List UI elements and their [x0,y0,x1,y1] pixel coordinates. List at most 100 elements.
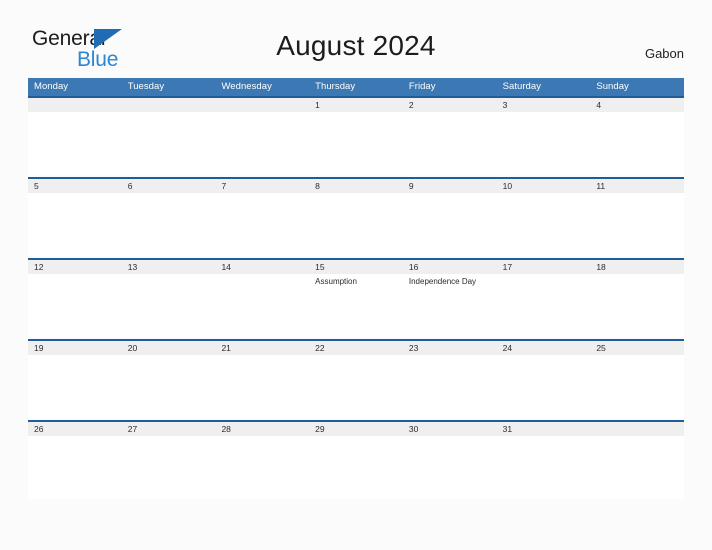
day-cell[interactable] [28,436,122,499]
day-number[interactable]: 19 [28,341,122,355]
week-row: 1 2 3 4 [28,96,684,177]
weekday-friday: Friday [408,81,436,92]
day-cell[interactable] [403,355,497,418]
day-cell[interactable]: Assumption [309,274,403,337]
day-number[interactable]: 18 [590,260,684,274]
day-cell[interactable] [497,355,591,418]
day-cell[interactable] [28,112,122,175]
day-number[interactable]: 31 [497,422,591,436]
event-label: Independence Day [408,277,477,286]
week-events-strip: Assumption Independence Day [28,274,684,337]
day-cell[interactable] [215,274,309,337]
day-number[interactable]: 7 [215,179,309,193]
day-cell[interactable] [403,436,497,499]
day-cell[interactable] [215,193,309,256]
day-cell[interactable] [497,274,591,337]
weekday-tuesday: Tuesday [127,81,165,92]
weekday-header-row: Monday Tuesday Wednesday Thursday Friday… [28,78,684,96]
day-number[interactable]: 27 [122,422,216,436]
day-number[interactable] [122,98,216,112]
day-number[interactable]: 1 [309,98,403,112]
day-number[interactable]: 10 [497,179,591,193]
day-cell[interactable] [309,355,403,418]
day-cell[interactable] [28,274,122,337]
week-events-strip [28,112,684,175]
day-cell[interactable] [497,193,591,256]
calendar-grid: Monday Tuesday Wednesday Thursday Friday… [28,78,684,501]
calendar-page: General Blue August 2024 Gabon Monday Tu… [0,0,712,550]
page-header: General Blue August 2024 Gabon [0,0,712,78]
day-number[interactable]: 26 [28,422,122,436]
day-number[interactable]: 9 [403,179,497,193]
day-number[interactable]: 23 [403,341,497,355]
day-number[interactable]: 11 [590,179,684,193]
day-number[interactable]: 24 [497,341,591,355]
day-number[interactable]: 8 [309,179,403,193]
weekday-saturday: Saturday [502,81,542,92]
day-number[interactable]: 13 [122,260,216,274]
day-number[interactable]: 6 [122,179,216,193]
week-date-band: 1 2 3 4 [28,96,684,112]
day-cell[interactable] [122,112,216,175]
day-cell[interactable] [28,355,122,418]
day-number[interactable]: 30 [403,422,497,436]
event-label: Assumption [315,277,357,286]
day-cell[interactable] [590,355,684,418]
day-number[interactable] [215,98,309,112]
day-cell[interactable] [122,193,216,256]
day-cell[interactable] [497,112,591,175]
day-number[interactable]: 2 [403,98,497,112]
week-events-strip [28,193,684,256]
day-number[interactable]: 21 [215,341,309,355]
day-cell[interactable] [309,193,403,256]
day-cell[interactable] [309,436,403,499]
day-number[interactable] [28,98,122,112]
day-number[interactable]: 4 [590,98,684,112]
day-cell[interactable] [215,355,309,418]
day-number[interactable]: 12 [28,260,122,274]
day-number[interactable]: 5 [28,179,122,193]
day-cell[interactable]: Independence Day [403,274,497,337]
day-cell[interactable] [122,274,216,337]
day-cell[interactable] [497,436,591,499]
day-number[interactable]: 15 [309,260,403,274]
weekday-monday: Monday [34,81,69,92]
page-title: August 2024 [276,30,436,61]
day-cell[interactable] [590,112,684,175]
day-cell[interactable] [122,436,216,499]
day-cell[interactable] [215,112,309,175]
weekday-thursday: Thursday [315,81,356,92]
week-row: 5 6 7 8 9 10 11 [28,177,684,258]
day-number[interactable]: 14 [215,260,309,274]
day-cell[interactable] [590,193,684,256]
day-number[interactable]: 20 [122,341,216,355]
day-cell[interactable] [122,355,216,418]
week-row: 12 13 14 15 16 17 18 Assumption Independ… [28,258,684,339]
day-number[interactable]: 3 [497,98,591,112]
day-cell[interactable] [590,436,684,499]
country-label: Gabon [644,46,684,61]
day-cell[interactable] [590,274,684,337]
day-cell[interactable] [215,436,309,499]
day-cell[interactable] [403,112,497,175]
day-number[interactable] [590,422,684,436]
week-row: 19 20 21 22 23 24 25 [28,339,684,420]
week-date-band: 26 27 28 29 30 31 [28,420,684,436]
day-cell[interactable] [403,193,497,256]
week-events-strip [28,436,684,499]
week-date-band: 5 6 7 8 9 10 11 [28,177,684,193]
day-number[interactable]: 28 [215,422,309,436]
day-cell[interactable] [28,193,122,256]
day-number[interactable]: 17 [497,260,591,274]
week-date-band: 12 13 14 15 16 17 18 [28,258,684,274]
day-number[interactable]: 16 [403,260,497,274]
weekday-sunday: Sunday [596,81,629,92]
day-number[interactable]: 22 [309,341,403,355]
week-events-strip [28,355,684,418]
day-cell[interactable] [309,112,403,175]
day-number[interactable]: 25 [590,341,684,355]
week-row: 26 27 28 29 30 31 [28,420,684,501]
weekday-wednesday: Wednesday [221,81,272,92]
day-number[interactable]: 29 [309,422,403,436]
week-date-band: 19 20 21 22 23 24 25 [28,339,684,355]
